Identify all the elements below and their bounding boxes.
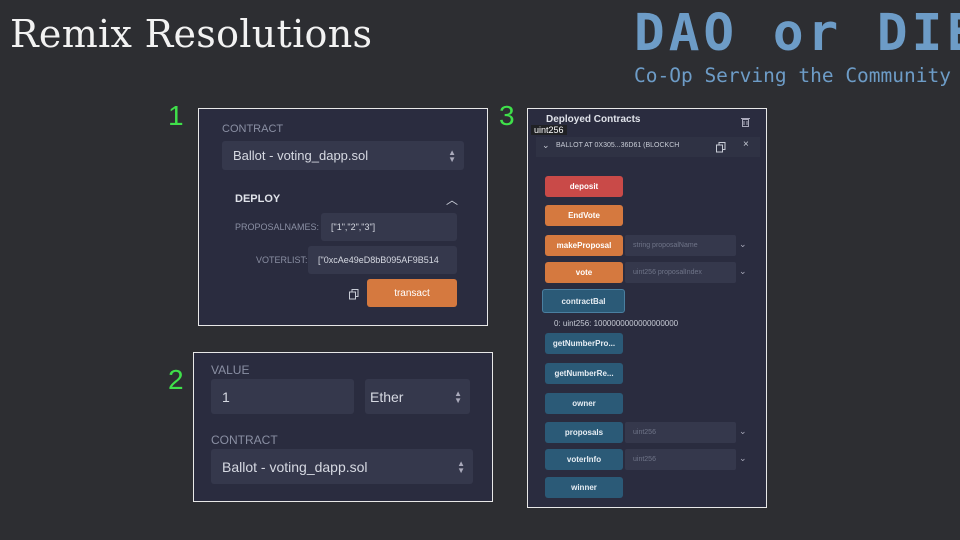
contract-label: CONTRACT bbox=[222, 123, 284, 135]
expand-chevron-icon[interactable]: ⌄ bbox=[542, 140, 550, 151]
vote-button[interactable]: vote bbox=[545, 262, 623, 283]
proposals-arg-input[interactable]: uint256 bbox=[625, 422, 736, 443]
contract-instance-header[interactable]: ⌄ BALLOT AT 0X305...36D61 (BLOCKCH × bbox=[536, 137, 760, 157]
copy-icon[interactable] bbox=[349, 287, 359, 300]
endvote-button[interactable]: EndVote bbox=[545, 205, 623, 226]
transact-button[interactable]: transact bbox=[367, 279, 457, 307]
voterlist-input[interactable]: ["0xcAe49eD8bB095AF9B514 bbox=[308, 246, 457, 274]
expand-args-icon[interactable]: ⌄ bbox=[739, 266, 747, 277]
owner-button[interactable]: owner bbox=[545, 393, 623, 414]
close-icon[interactable]: × bbox=[743, 139, 749, 150]
contract-label: CONTRACT bbox=[211, 433, 278, 447]
proposalnames-label: PROPOSALNAMES: bbox=[235, 222, 320, 232]
copy-icon[interactable] bbox=[716, 140, 726, 153]
collapse-chevron-icon[interactable]: ︿ bbox=[446, 191, 458, 208]
contract-select[interactable]: Ballot - voting_dapp.sol ▲ ▼ bbox=[222, 141, 464, 170]
tooltip: uint256 bbox=[531, 125, 567, 135]
value-label: VALUE bbox=[211, 363, 250, 377]
logo-tagline: Co-Op Serving the Community bbox=[634, 64, 951, 87]
select-chevron-icon: ▲ ▼ bbox=[457, 458, 465, 475]
deploy-panel: CONTRACT Ballot - voting_dapp.sol ▲ ▼ DEP… bbox=[198, 108, 488, 326]
unit-select[interactable]: Ether ▲ ▼ bbox=[365, 379, 470, 414]
proposalnames-input[interactable]: ["1","2","3"] bbox=[321, 213, 457, 241]
trash-icon[interactable] bbox=[741, 114, 751, 127]
step-number-1: 1 bbox=[168, 100, 184, 131]
voterinfo-arg-input[interactable]: uint256 bbox=[625, 449, 736, 470]
vote-arg-input[interactable]: uint256 proposalIndex bbox=[625, 262, 736, 283]
expand-args-icon[interactable]: ⌄ bbox=[739, 239, 747, 250]
contract-select[interactable]: Ballot - voting_dapp.sol ▲ ▼ bbox=[211, 449, 473, 484]
logo-title: DAO or DIE bbox=[634, 4, 960, 63]
deposit-button[interactable]: deposit bbox=[545, 176, 623, 197]
unit-select-value: Ether bbox=[370, 388, 404, 405]
select-chevron-icon: ▲ ▼ bbox=[454, 388, 462, 405]
contract-select-value: Ballot - voting_dapp.sol bbox=[222, 458, 368, 475]
getnumberproposals-button[interactable]: getNumberPro... bbox=[545, 333, 623, 354]
getnumberregistered-button[interactable]: getNumberRe... bbox=[545, 363, 623, 384]
value-input[interactable]: 1 bbox=[211, 379, 354, 414]
value-panel: VALUE 1 Ether ▲ ▼ CONTRACT Ballot - votin… bbox=[193, 352, 493, 502]
deployed-contracts-header: Deployed Contracts bbox=[546, 114, 641, 125]
voterinfo-button[interactable]: voterInfo bbox=[545, 449, 623, 470]
contractbal-result: 0: uint256: 1000000000000000000 bbox=[554, 319, 679, 328]
deploy-label: DEPLOY bbox=[235, 193, 281, 205]
slide-title: Remix Resolutions bbox=[10, 12, 373, 56]
expand-args-icon[interactable]: ⌄ bbox=[739, 426, 747, 437]
winner-button[interactable]: winner bbox=[545, 477, 623, 498]
step-number-2: 2 bbox=[168, 364, 184, 395]
makeproposal-arg-input[interactable]: string proposalName bbox=[625, 235, 736, 256]
select-chevron-icon: ▲ ▼ bbox=[448, 147, 456, 164]
voterlist-label: VOTERLIST: bbox=[256, 255, 308, 265]
instance-label: BALLOT AT 0X305...36D61 (BLOCKCH bbox=[556, 142, 680, 149]
expand-args-icon[interactable]: ⌄ bbox=[739, 453, 747, 464]
step-number-3: 3 bbox=[499, 100, 515, 131]
proposals-button[interactable]: proposals bbox=[545, 422, 623, 443]
deployed-contracts-panel: Deployed Contracts uint256 ⌄ BALLOT AT 0… bbox=[527, 108, 767, 508]
contract-select-value: Ballot - voting_dapp.sol bbox=[233, 148, 369, 163]
contractbal-button[interactable]: contractBal bbox=[542, 289, 625, 313]
makeproposal-button[interactable]: makeProposal bbox=[545, 235, 623, 256]
